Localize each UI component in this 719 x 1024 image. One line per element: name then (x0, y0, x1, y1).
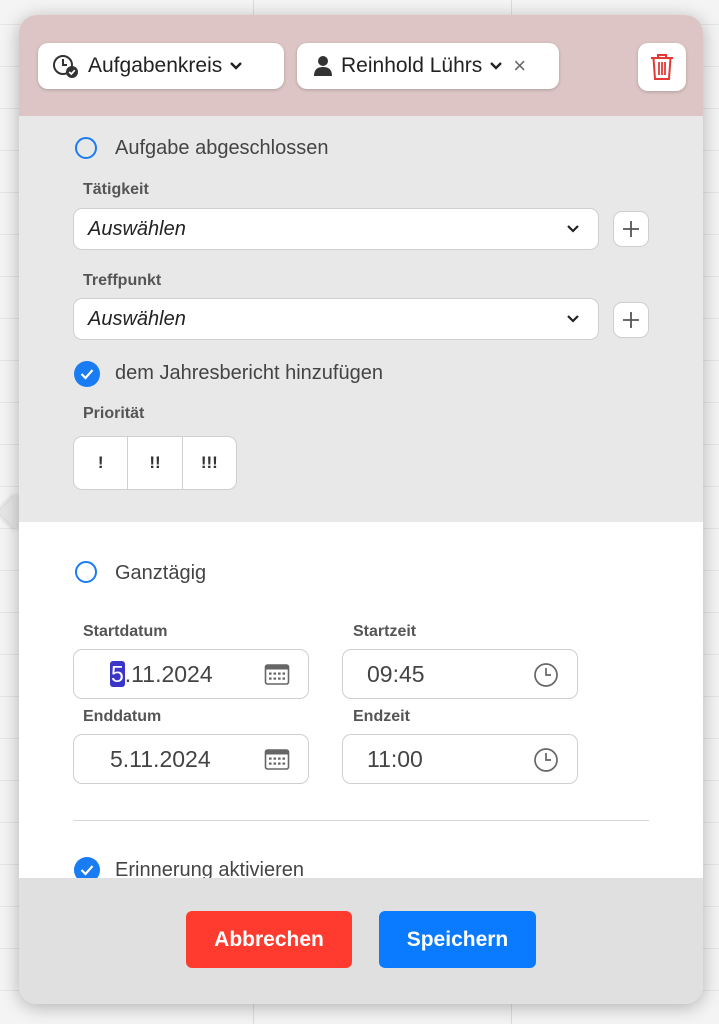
all-day-radio[interactable] (75, 561, 97, 583)
start-date-input[interactable]: 5.11.2024 (73, 649, 309, 699)
popover-header: Aufgabenkreis Reinhold Lührs × (19, 15, 703, 116)
calendar-icon[interactable] (264, 662, 290, 686)
close-icon[interactable]: × (513, 55, 526, 77)
priority-medium-button[interactable]: !! (128, 437, 183, 489)
activity-label: Tätigkeit (83, 181, 149, 198)
plus-icon (623, 312, 639, 328)
start-date-rest: .11.2024 (124, 660, 213, 687)
delete-button[interactable] (638, 43, 686, 91)
popover-footer (19, 878, 703, 1004)
save-button[interactable]: Speichern (379, 911, 536, 968)
start-time-input[interactable]: 09:45 (342, 649, 578, 699)
annual-report-checkbox[interactable] (74, 361, 100, 387)
task-completed-label: Aufgabe abgeschlossen (115, 137, 329, 159)
cancel-button[interactable]: Abbrechen (186, 911, 352, 968)
end-time-value: 11:00 (367, 745, 423, 772)
meeting-point-select[interactable]: Auswählen (73, 298, 599, 340)
annual-report-label: dem Jahresbericht hinzufügen (115, 362, 383, 384)
meeting-point-label: Treffpunkt (83, 272, 162, 289)
meeting-point-select-value: Auswählen (88, 307, 186, 330)
clock-icon[interactable] (533, 662, 559, 688)
checkmark-icon (80, 369, 94, 380)
start-time-label: Startzeit (353, 623, 417, 640)
priority-label: Priorität (83, 405, 145, 422)
chevron-down-icon (230, 62, 243, 70)
add-meeting-point-button[interactable] (613, 302, 649, 338)
end-date-value: 5.11.2024 (110, 745, 211, 772)
clock-check-icon (53, 55, 78, 78)
assignee-dropdown[interactable]: Reinhold Lührs × (297, 43, 559, 89)
activity-select[interactable]: Auswählen (73, 208, 599, 250)
task-circle-label: Aufgabenkreis (88, 54, 223, 77)
end-date-label: Enddatum (83, 708, 162, 725)
clock-icon[interactable] (533, 747, 559, 773)
all-day-label: Ganztägig (115, 562, 207, 584)
chevron-down-icon (567, 315, 579, 323)
chevron-down-icon (490, 62, 503, 70)
calendar-icon[interactable] (264, 747, 290, 771)
end-date-input[interactable]: 5.11.2024 (73, 734, 309, 784)
priority-low-button[interactable]: ! (74, 437, 129, 489)
start-date-label: Startdatum (83, 623, 168, 640)
priority-high-button[interactable]: !!! (183, 437, 236, 489)
trash-icon (651, 54, 673, 80)
person-icon (314, 56, 332, 76)
priority-segmented-control: ! !! !!! (73, 436, 237, 490)
section-divider (73, 820, 649, 821)
start-date-value: 5.11.2024 (110, 660, 213, 688)
start-time-value: 09:45 (367, 660, 425, 687)
end-time-input[interactable]: 11:00 (342, 734, 578, 784)
start-date-day-selection: 5 (110, 660, 125, 687)
task-completed-radio[interactable] (75, 137, 97, 159)
task-editor-popover: Aufgabenkreis Reinhold Lührs × Aufgabe a… (19, 15, 703, 1004)
plus-icon (623, 221, 639, 237)
task-circle-dropdown[interactable]: Aufgabenkreis (38, 43, 284, 89)
chevron-down-icon (567, 225, 579, 233)
activity-select-value: Auswählen (88, 217, 186, 240)
end-time-label: Endzeit (353, 708, 410, 725)
add-activity-button[interactable] (613, 211, 649, 247)
checkmark-icon (80, 865, 94, 876)
assignee-label: Reinhold Lührs (341, 54, 483, 77)
